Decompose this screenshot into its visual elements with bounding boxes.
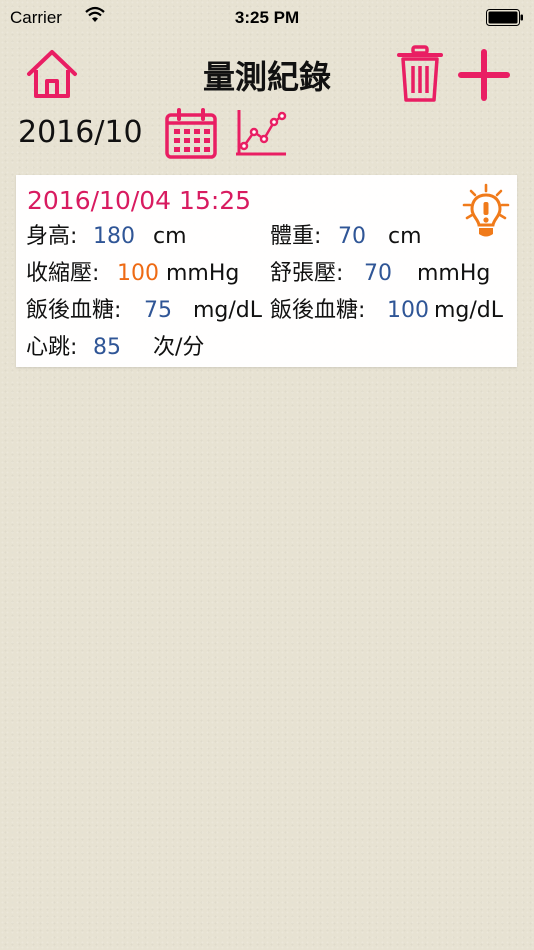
heart-rate-label: 心跳: bbox=[26, 335, 78, 360]
weight-label: 體重: bbox=[270, 224, 322, 249]
diastolic-value: 70 bbox=[364, 261, 392, 286]
month-selector[interactable]: 2016/10 bbox=[18, 115, 143, 150]
systolic-label: 收縮壓: bbox=[26, 261, 100, 286]
record-card[interactable]: 2016/10/04 15:25 身高: 180 cm 體重: 70 cm 收縮… bbox=[16, 175, 517, 367]
heart-rate-unit: 次/分 bbox=[153, 335, 205, 360]
calendar-icon[interactable] bbox=[164, 108, 218, 160]
glucose-2-value: 100 bbox=[387, 298, 429, 323]
weight-unit: cm bbox=[388, 224, 422, 249]
line-chart-icon[interactable] bbox=[234, 108, 288, 160]
status-bar: Carrier 3:25 PM bbox=[0, 0, 534, 40]
height-unit: cm bbox=[153, 224, 187, 249]
month-toolbar: 2016/10 bbox=[0, 106, 534, 162]
glucose-2-label: 飯後血糖: bbox=[270, 298, 366, 323]
diastolic-unit: mmHg bbox=[417, 261, 491, 286]
trash-icon[interactable] bbox=[396, 44, 444, 104]
height-label: 身高: bbox=[26, 224, 78, 249]
nav-bar: 量測紀錄 bbox=[0, 40, 534, 110]
lightbulb-alert-icon[interactable] bbox=[462, 183, 510, 243]
heart-rate-value: 85 bbox=[93, 335, 121, 360]
systolic-value: 100 bbox=[117, 261, 159, 286]
diastolic-label: 舒張壓: bbox=[270, 261, 344, 286]
glucose-2-unit: mg/dL bbox=[434, 298, 504, 323]
plus-icon[interactable] bbox=[457, 48, 511, 102]
glucose-1-value: 75 bbox=[144, 298, 172, 323]
battery-icon bbox=[486, 9, 523, 26]
systolic-unit: mmHg bbox=[166, 261, 240, 286]
glucose-1-unit: mg/dL bbox=[193, 298, 263, 323]
page-title: 量測紀錄 bbox=[202, 58, 331, 96]
weight-value: 70 bbox=[338, 224, 366, 249]
glucose-1-label: 飯後血糖: bbox=[26, 298, 122, 323]
clock: 3:25 PM bbox=[234, 8, 300, 27]
height-value: 180 bbox=[93, 224, 135, 249]
record-datetime: 2016/10/04 15:25 bbox=[27, 186, 252, 215]
